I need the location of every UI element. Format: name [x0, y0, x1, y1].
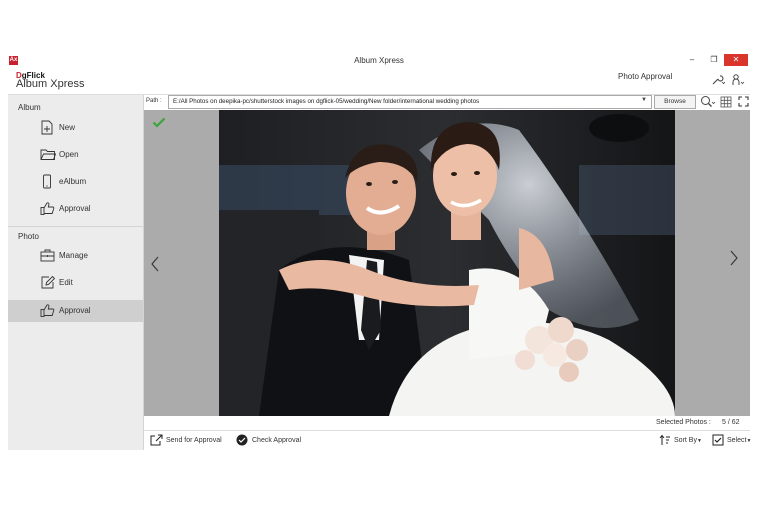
section-title-album: Album: [18, 103, 41, 112]
sort-by-label: Sort By▼: [674, 437, 702, 444]
new-page-icon: [41, 120, 53, 135]
app-name: Album Xpress: [16, 78, 85, 90]
sidebar-item-label: Open: [59, 150, 79, 159]
sidebar-item-label: New: [59, 123, 76, 132]
next-photo-arrow-icon[interactable]: [729, 250, 739, 266]
zoom-icon[interactable]: [700, 95, 716, 108]
sidebar-item-open[interactable]: Open: [8, 144, 143, 166]
sort-icon: [659, 434, 670, 445]
app-header: DgFlick Album Xpress Photo Approval: [8, 69, 750, 95]
chevron-down-icon: ▼: [696, 438, 702, 444]
window-title: Album Xpress: [354, 56, 404, 65]
edit-icon: [41, 275, 55, 289]
section-title-photo: Photo: [18, 232, 39, 241]
title-bar: Ax Album Xpress – ❐ ✕: [8, 53, 750, 69]
fullscreen-icon[interactable]: [738, 96, 749, 107]
mobile-icon: [43, 174, 51, 189]
sidebar-item-label: eAlbum: [59, 177, 87, 186]
check-approval-label: Check Approval: [252, 437, 302, 444]
browse-button[interactable]: Browse: [654, 95, 696, 109]
path-bar: Path : E:/All Photos on deepika-pc/shutt…: [144, 95, 750, 109]
photo-viewer: [144, 110, 750, 416]
maximize-button[interactable]: ❐: [704, 54, 724, 66]
status-row: Selected Photos : 5 / 62: [144, 416, 750, 431]
check-approval-button[interactable]: Check Approval: [236, 433, 308, 448]
previous-photo-arrow-icon[interactable]: [150, 256, 160, 272]
sidebar-item-label: Manage: [59, 251, 88, 260]
thumbs-up-icon: [40, 304, 55, 317]
sidebar-item-ealbum[interactable]: eAlbum: [8, 171, 143, 193]
app-window: Ax Album Xpress – ❐ ✕ DgFlick Album Xpre…: [8, 53, 751, 450]
wrench-icon[interactable]: [711, 74, 725, 86]
module-title: Photo Approval: [618, 72, 673, 81]
select-button[interactable]: Select▼: [712, 433, 751, 448]
share-icon: [150, 434, 163, 446]
folder-icon: [40, 149, 56, 160]
sort-by-button[interactable]: Sort By▼: [659, 433, 705, 448]
select-text: Select: [727, 437, 747, 444]
close-button[interactable]: ✕: [724, 54, 748, 66]
select-label: Select▼: [727, 437, 751, 444]
send-for-approval-label: Send for Approval: [166, 437, 222, 444]
selected-photos-count: 5 / 62: [722, 419, 740, 426]
path-value: E:/All Photos on deepika-pc/shutterstock…: [173, 98, 480, 105]
sort-by-text: Sort By: [674, 437, 697, 444]
chevron-down-icon: ▼: [746, 438, 752, 444]
sidebar-item-label: Approval: [59, 204, 91, 213]
checkbox-icon: [712, 434, 724, 446]
check-circle-icon: [236, 434, 248, 446]
selected-photos-label: Selected Photos :: [656, 419, 711, 426]
sidebar-item-photo-approval[interactable]: Approval: [8, 300, 143, 322]
sidebar-item-label: Edit: [59, 278, 73, 287]
sidebar-item-manage[interactable]: Manage: [8, 245, 143, 267]
sidebar-item-label: Approval: [59, 306, 91, 315]
user-menu-icon[interactable]: [731, 74, 745, 86]
chevron-down-icon[interactable]: ▼: [641, 97, 647, 103]
briefcase-icon: [40, 249, 55, 262]
section-divider: [8, 226, 143, 227]
send-for-approval-button[interactable]: Send for Approval: [150, 433, 232, 448]
minimize-button[interactable]: –: [682, 54, 702, 66]
path-dropdown[interactable]: E:/All Photos on deepika-pc/shutterstock…: [168, 95, 652, 109]
sidebar-item-new[interactable]: New: [8, 117, 143, 139]
sidebar: Album New Open eAlbum Approval Photo Man…: [8, 95, 144, 450]
grid-view-icon[interactable]: [720, 96, 732, 108]
wedding-photo[interactable]: [219, 110, 675, 416]
bottom-toolbar: Send for Approval Check Approval Sort By…: [144, 431, 751, 450]
sidebar-item-edit[interactable]: Edit: [8, 272, 143, 294]
thumbs-up-icon: [40, 202, 55, 215]
approved-check-icon: [152, 117, 166, 128]
path-label: Path :: [146, 98, 162, 104]
sidebar-item-album-approval[interactable]: Approval: [8, 198, 143, 220]
